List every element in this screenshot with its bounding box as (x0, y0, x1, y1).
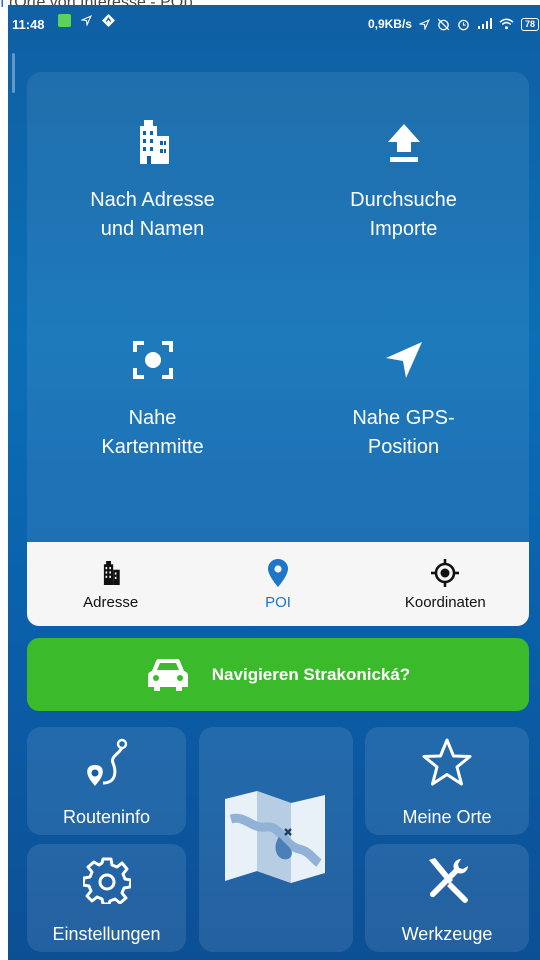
signal-icon (477, 18, 492, 29)
tile-label: Routeninfo (62, 807, 151, 827)
app-screen: 11:48 0,9KB/s 78 Nach Adresse und Namen … (8, 5, 540, 960)
route-info-tile[interactable]: Routeninfo (27, 727, 186, 835)
tile-label: Werkzeuge (401, 924, 493, 944)
search-option-label: Nahe GPS- Position (352, 407, 455, 458)
tile-label: Meine Orte (402, 807, 492, 827)
location-pin-icon (267, 559, 288, 587)
crosshair-icon (431, 559, 460, 587)
tools-tile[interactable]: Werkzeuge (365, 844, 529, 952)
car-icon (147, 658, 188, 691)
search-option-label: Durchsuche Importe (350, 189, 457, 240)
app-notification-icon (58, 14, 71, 27)
navigate-label: Navigieren Strakonická? (211, 664, 411, 684)
wifi-icon (499, 18, 514, 30)
search-type-tabs: Adresse POI Koordinaten (27, 542, 529, 626)
route-icon (86, 738, 127, 786)
tab-poi[interactable]: POI (194, 542, 361, 626)
browse-imports-button[interactable]: Durchsuche Importe (278, 112, 529, 244)
tab-address[interactable]: Adresse (27, 542, 194, 626)
building-icon (103, 561, 120, 585)
tab-label: Koordinaten (404, 594, 486, 611)
search-by-address-button[interactable]: Nach Adresse und Namen (27, 112, 278, 244)
navigation-diamond-icon (102, 14, 115, 27)
search-option-label: Nahe Kartenmitte (101, 407, 204, 458)
settings-tile[interactable]: Einstellungen (27, 844, 186, 952)
network-speed: 0,9KB/s (367, 17, 412, 31)
search-panel: Nach Adresse und Namen Durchsuche Import… (27, 72, 529, 622)
scroll-indicator (12, 53, 15, 93)
location-arrow-small-icon (81, 15, 92, 26)
gear-icon (82, 857, 131, 904)
status-right-icons: 0,9KB/s 78 (368, 17, 539, 31)
status-bar: 11:48 0,9KB/s 78 (8, 5, 540, 43)
building-icon (139, 120, 169, 164)
location-arrow-small-icon (418, 18, 430, 30)
map-center-icon (132, 341, 173, 379)
status-time: 11:48 (12, 17, 45, 32)
near-map-center-button[interactable]: Nahe Kartenmitte (27, 330, 278, 462)
navigation-arrow-icon (385, 342, 422, 378)
alarm-clock-icon (458, 19, 469, 30)
alarm-off-icon (437, 18, 450, 30)
caption-prefix: I (0, 0, 5, 11)
my-places-tile[interactable]: Meine Orte (365, 727, 529, 835)
battery-indicator: 78 (520, 17, 539, 31)
upload-icon (387, 124, 420, 162)
tools-icon (429, 858, 468, 903)
tab-label: POI (265, 594, 291, 611)
tab-label: Adresse (83, 594, 139, 611)
map-tile[interactable] (199, 727, 353, 952)
near-gps-position-button[interactable]: Nahe GPS- Position (278, 330, 529, 462)
map-icon (225, 791, 325, 883)
star-icon (422, 738, 472, 786)
tile-label: Einstellungen (52, 924, 161, 944)
status-left-icons (58, 14, 115, 27)
navigate-button[interactable]: Navigieren Strakonická? (27, 638, 529, 711)
search-option-label: Nach Adresse und Namen (90, 189, 215, 240)
tab-coordinates[interactable]: Koordinaten (362, 542, 529, 626)
